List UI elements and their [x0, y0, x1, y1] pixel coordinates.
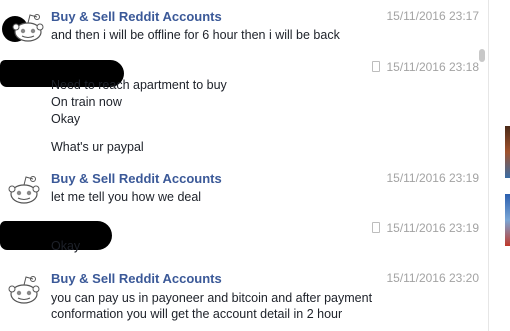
- message-timestamp: 15/11/2016 23:19: [372, 221, 479, 235]
- thumbnail-image[interactable]: [505, 126, 510, 178]
- mobile-phone-icon: [372, 222, 381, 233]
- message-timestamp: 15/11/2016 23:17: [386, 9, 479, 23]
- message-text: Okay: [51, 239, 81, 253]
- reddit-alien-icon[interactable]: [6, 171, 42, 207]
- message-text: What's ur paypal: [51, 140, 144, 154]
- message-text: conformation you will get the account de…: [51, 307, 343, 321]
- reddit-alien-icon[interactable]: [6, 271, 42, 307]
- message-text: and then i will be offline for 6 hour th…: [51, 28, 340, 42]
- message-text: you can pay us in payoneer and bitcoin a…: [51, 291, 373, 305]
- message-timestamp: 15/11/2016 23:20: [386, 271, 479, 285]
- message-timestamp: 15/11/2016 23:18: [372, 60, 479, 74]
- sender-name[interactable]: Buy & Sell Reddit Accounts: [51, 171, 222, 186]
- thumbnail-image[interactable]: [505, 194, 510, 246]
- message-timestamp: 15/11/2016 23:19: [386, 171, 479, 185]
- message-text: Need to reach apartment to buy: [51, 78, 227, 92]
- sender-name[interactable]: Buy & Sell Reddit Accounts: [51, 9, 222, 24]
- chat-conversation: Buy & Sell Reddit Accounts 15/11/2016 23…: [0, 0, 488, 331]
- message-text: Okay: [51, 112, 81, 126]
- message-text: On train now: [51, 95, 122, 109]
- sender-name[interactable]: Buy & Sell Reddit Accounts: [51, 271, 222, 286]
- message-text: let me tell you how we deal: [51, 190, 202, 204]
- right-sidebar: [488, 0, 510, 331]
- scrollbar-thumb[interactable]: [479, 49, 485, 62]
- reddit-alien-icon[interactable]: [10, 9, 46, 45]
- mobile-phone-icon: [372, 61, 381, 72]
